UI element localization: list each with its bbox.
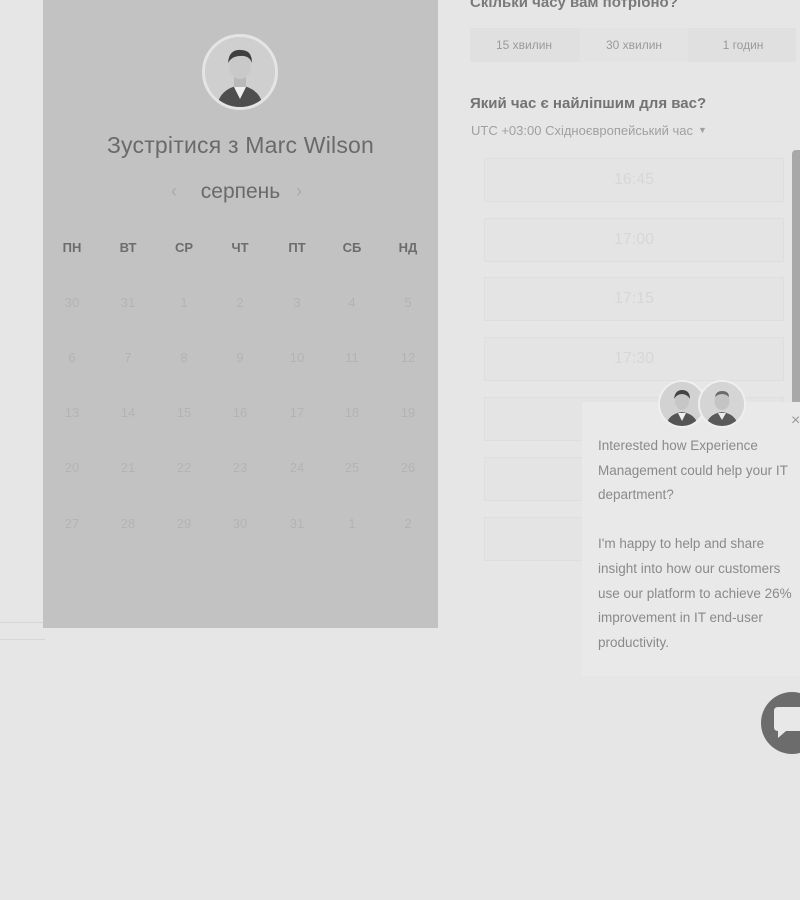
month-label: серпень bbox=[200, 180, 281, 203]
weekday-label: ПТ bbox=[288, 240, 306, 255]
scrollbar[interactable] bbox=[792, 150, 800, 405]
weekday-label: ПН bbox=[62, 240, 82, 255]
calendar-day[interactable]: 13 bbox=[52, 405, 92, 420]
calendar-day[interactable]: 21 bbox=[108, 460, 148, 475]
calendar-day[interactable]: 29 bbox=[164, 516, 204, 531]
weekday-label: ВТ bbox=[119, 240, 137, 255]
divider-strip bbox=[0, 622, 45, 640]
duration-option-15[interactable]: 15 хвилин bbox=[470, 28, 578, 62]
calendar-day[interactable]: 2 bbox=[220, 295, 260, 310]
calendar-day[interactable]: 23 bbox=[220, 460, 260, 475]
timezone-label: UTC +03:00 Східноєвропейський час bbox=[471, 123, 693, 138]
calendar-day[interactable]: 1 bbox=[332, 516, 372, 531]
calendar-day[interactable]: 15 bbox=[164, 405, 204, 420]
calendar-day[interactable]: 2 bbox=[388, 516, 428, 531]
calendar-day[interactable]: 3 bbox=[277, 295, 317, 310]
calendar-day[interactable]: 31 bbox=[108, 295, 148, 310]
duration-selector: 15 хвилин 30 хвилин 1 годин bbox=[470, 28, 796, 62]
calendar-day[interactable]: 10 bbox=[277, 350, 317, 365]
calendar-day[interactable]: 19 bbox=[388, 405, 428, 420]
caret-down-icon: ▼ bbox=[697, 125, 707, 135]
calendar-day[interactable]: 9 bbox=[220, 350, 260, 365]
calendar-day[interactable]: 28 bbox=[108, 516, 148, 531]
time-slot[interactable]: 16:45 bbox=[484, 158, 784, 202]
calendar-day[interactable]: 6 bbox=[52, 350, 92, 365]
calendar-day[interactable]: 7 bbox=[108, 350, 148, 365]
chat-message-paragraph: I'm happy to help and share insight into… bbox=[598, 536, 792, 650]
calendar-day[interactable]: 27 bbox=[52, 516, 92, 531]
calendar-day[interactable]: 30 bbox=[220, 516, 260, 531]
meeting-title: Зустрітися з Marc Wilson bbox=[106, 132, 375, 158]
calendar-day[interactable]: 1 bbox=[164, 295, 204, 310]
weekday-label: ЧТ bbox=[231, 240, 249, 255]
calendar-day[interactable]: 18 bbox=[332, 405, 372, 420]
time-question: Який час є найліпшим для вас? bbox=[470, 95, 707, 112]
time-slot[interactable]: 17:30 bbox=[484, 337, 784, 381]
weekday-label: СБ bbox=[342, 240, 362, 255]
chat-message-paragraph: Interested how Experience Management cou… bbox=[598, 438, 788, 503]
calendar-day[interactable]: 31 bbox=[277, 516, 317, 531]
duration-question: Скільки часу вам потрібно? bbox=[470, 0, 678, 11]
calendar-day[interactable]: 25 bbox=[332, 460, 372, 475]
agent-avatar bbox=[698, 380, 746, 428]
time-slot[interactable]: 17:00 bbox=[484, 218, 784, 262]
chat-avatars bbox=[658, 380, 748, 430]
chat-message: Interested how Experience Management cou… bbox=[598, 434, 800, 680]
duration-option-60[interactable]: 1 годин bbox=[690, 28, 796, 62]
calendar-day[interactable]: 5 bbox=[388, 295, 428, 310]
calendar-day[interactable]: 11 bbox=[332, 350, 372, 365]
calendar-day[interactable]: 4 bbox=[332, 295, 372, 310]
month-navigator: ‹ серпень › bbox=[43, 179, 438, 209]
calendar-day[interactable]: 24 bbox=[277, 460, 317, 475]
calendar-day[interactable]: 30 bbox=[52, 295, 92, 310]
calendar-day[interactable]: 12 bbox=[388, 350, 428, 365]
timezone-select[interactable]: UTC +03:00 Східноєвропейський час ▼ bbox=[471, 123, 707, 138]
chat-bubble-icon bbox=[774, 707, 800, 738]
chevron-right-icon[interactable]: › bbox=[296, 181, 302, 202]
calendar-day[interactable]: 26 bbox=[388, 460, 428, 475]
weekday-label: СР bbox=[174, 240, 194, 255]
close-icon[interactable]: × bbox=[791, 412, 800, 430]
calendar-day[interactable]: 14 bbox=[108, 405, 148, 420]
host-avatar bbox=[202, 34, 278, 110]
calendar-day[interactable]: 22 bbox=[164, 460, 204, 475]
calendar-day[interactable]: 17 bbox=[277, 405, 317, 420]
calendar-day[interactable]: 16 bbox=[220, 405, 260, 420]
chat-launcher-button[interactable] bbox=[761, 692, 800, 754]
time-slot[interactable]: 17:15 bbox=[484, 277, 784, 321]
weekday-label: НД bbox=[398, 240, 418, 255]
calendar-day[interactable]: 8 bbox=[164, 350, 204, 365]
calendar-panel: Зустрітися з Marc Wilson ‹ серпень › ПН … bbox=[43, 0, 438, 628]
calendar-day[interactable]: 20 bbox=[52, 460, 92, 475]
duration-option-30[interactable]: 30 хвилин bbox=[580, 28, 688, 62]
